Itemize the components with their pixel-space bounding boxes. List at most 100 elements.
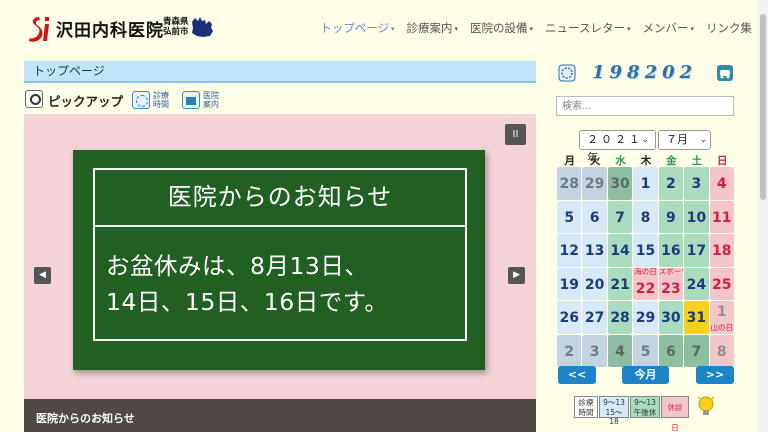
day-number: 6 (666, 343, 676, 360)
calendar-current-month-button[interactable]: 今月 (622, 366, 669, 384)
calendar-day[interactable]: 5 (557, 200, 582, 233)
calendar-day[interactable]: 1 (633, 167, 658, 200)
calendar-day[interactable]: 28 (557, 167, 582, 200)
nav-members[interactable]: メンバー ▾ (636, 20, 700, 36)
calendar-next-button[interactable]: >> (696, 366, 734, 384)
calendar-day[interactable]: 24 (684, 267, 709, 300)
calendar-day[interactable]: 30 (607, 167, 633, 200)
calendar-day[interactable]: 21 (607, 267, 633, 300)
day-number: 31 (686, 310, 707, 326)
calendar-day[interactable]: スポーツの日 23 (658, 267, 684, 300)
day-number: 29 (584, 176, 605, 192)
calendar-day[interactable]: 3 (684, 167, 709, 200)
calendar-day[interactable]: 11 (709, 200, 734, 233)
pickup-slider: II ◀ ▶ 医院からのお知らせ お盆休みは、8月13日、 14日、15日、16… (24, 114, 536, 399)
nav-medical-guide[interactable]: 診療案内 ▾ (401, 20, 465, 36)
nav-links[interactable]: リンク集 (700, 20, 758, 36)
lightbulb-icon[interactable] (695, 394, 717, 420)
clinic-logo-icon (29, 17, 49, 42)
notice-board-image[interactable]: 医院からのお知らせ お盆休みは、8月13日、 14日、15日、16日です。 (73, 150, 485, 370)
calendar-day[interactable]: 16 (658, 234, 684, 267)
day-number: 9 (666, 209, 676, 226)
day-number: 10 (686, 209, 707, 226)
chevron-down-icon: ▾ (529, 25, 534, 33)
day-number: 2 (666, 176, 676, 192)
slider-caption[interactable]: 医院からのお知らせ (24, 399, 536, 432)
calendar-day[interactable]: 13 (582, 234, 607, 267)
weekday-label: 日 (716, 155, 728, 167)
calendar-day[interactable]: 2 (557, 334, 582, 367)
chevron-down-icon: ▾ (454, 25, 459, 33)
page-title-bar: トップページ (24, 61, 536, 83)
calendar-day[interactable]: 29 (582, 167, 607, 200)
day-number: 25 (712, 276, 732, 293)
calendar-day[interactable]: 1 山の日 (709, 301, 734, 334)
calendar-day[interactable]: 17 (684, 234, 709, 267)
calendar-day[interactable]: 3 (582, 334, 607, 367)
chevron-down-icon: ▾ (390, 25, 395, 33)
scrollbar-thumb[interactable] (760, 14, 766, 200)
day-number: 6 (589, 209, 600, 226)
calendar-prev-button[interactable]: << (558, 366, 596, 384)
calendar-day[interactable]: 4 (607, 334, 633, 367)
calendar-day[interactable]: 7 (607, 200, 633, 233)
calendar-day[interactable]: 20 (582, 267, 607, 300)
day-number: 7 (691, 343, 702, 360)
calendar-day[interactable]: 15 (633, 234, 658, 267)
calendar-day[interactable]: 27 (582, 301, 607, 334)
calendar-day[interactable]: 19 (557, 267, 582, 300)
holiday-label: スポーツの日 (658, 267, 683, 276)
nav-facilities[interactable]: 医院の設備 ▾ (464, 20, 539, 36)
day-number: 30 (610, 176, 630, 192)
day-number: 21 (610, 276, 630, 293)
weekday-label: 火 (589, 155, 601, 167)
year-select[interactable]: ２０２１年 ⌄ (579, 130, 656, 164)
page-scrollbar[interactable] (758, 0, 768, 432)
main-nav: トップページ ▾ 診療案内 ▾ 医院の設備 ▾ ニュースレター ▾ メンバー ▾ リンク集 (314, 20, 758, 36)
calendar-day[interactable]: 9 (658, 200, 684, 233)
day-number: 4 (716, 176, 727, 192)
month-select[interactable]: ７月 ⌄ (658, 130, 711, 150)
aomori-map-icon (192, 17, 213, 37)
day-number: 13 (584, 243, 605, 259)
calendar-day[interactable]: 5 (633, 334, 658, 367)
calendar-day[interactable]: 2 (658, 167, 684, 200)
calendar-day[interactable]: 30 (658, 301, 684, 334)
slider-pause-button[interactable]: II (505, 124, 526, 145)
calendar-day[interactable]: 7 (684, 334, 709, 367)
calendar-day[interactable]: 8 (633, 200, 658, 233)
day-number: 15 (635, 243, 656, 259)
holiday-label: 海の日 (634, 267, 657, 276)
calendar-day[interactable]: 28 (607, 301, 633, 334)
day-number: 16 (661, 243, 681, 259)
counter-clock-icon (558, 64, 576, 82)
calendar-day[interactable]: 4 (709, 167, 734, 200)
calendar-day[interactable]: 海の日 22 (633, 267, 658, 300)
calendar-day[interactable]: 10 (684, 200, 709, 233)
search-input[interactable] (556, 96, 734, 116)
calendar-day[interactable]: 14 (607, 234, 633, 267)
calendar-day[interactable]: 12 (557, 234, 582, 267)
day-number: 22 (635, 280, 656, 297)
nav-top-page[interactable]: トップページ ▾ (314, 20, 400, 36)
calendar-day[interactable]: 6 (658, 334, 684, 367)
calendar-day[interactable]: 25 (709, 267, 734, 300)
house-icon (182, 91, 200, 109)
nav-newsletter[interactable]: ニュースレター ▾ (539, 20, 636, 36)
clinic-guide-link[interactable]: 医院 案内 (182, 89, 219, 111)
calendar-day[interactable]: 31 (684, 301, 709, 334)
calendar-grid: 28 29 30 1 2 3 4 5 6 7 8 9 10 11 12 13 14 15 16 17 18 19 20 21 海… (557, 167, 735, 367)
slider-prev-button[interactable]: ◀ (34, 267, 51, 284)
calendar-day[interactable]: 26 (557, 301, 582, 334)
calendar-day[interactable]: 29 (633, 301, 658, 334)
calendar-day[interactable]: 8 (709, 334, 734, 367)
slider-next-button[interactable]: ▶ (508, 267, 525, 284)
clock-icon (132, 91, 150, 109)
weekday-label: 土 (691, 155, 703, 167)
calendar-day[interactable]: 18 (709, 234, 734, 267)
day-number: 24 (686, 276, 707, 293)
site-logo[interactable]: 沢田内科医院 青森県 弘前市 (26, 14, 214, 44)
calendar-day[interactable]: 6 (582, 200, 607, 233)
consultation-hours-link[interactable]: 診療 時間 (132, 89, 169, 111)
notice-title: 医院からのお知らせ (93, 168, 467, 227)
